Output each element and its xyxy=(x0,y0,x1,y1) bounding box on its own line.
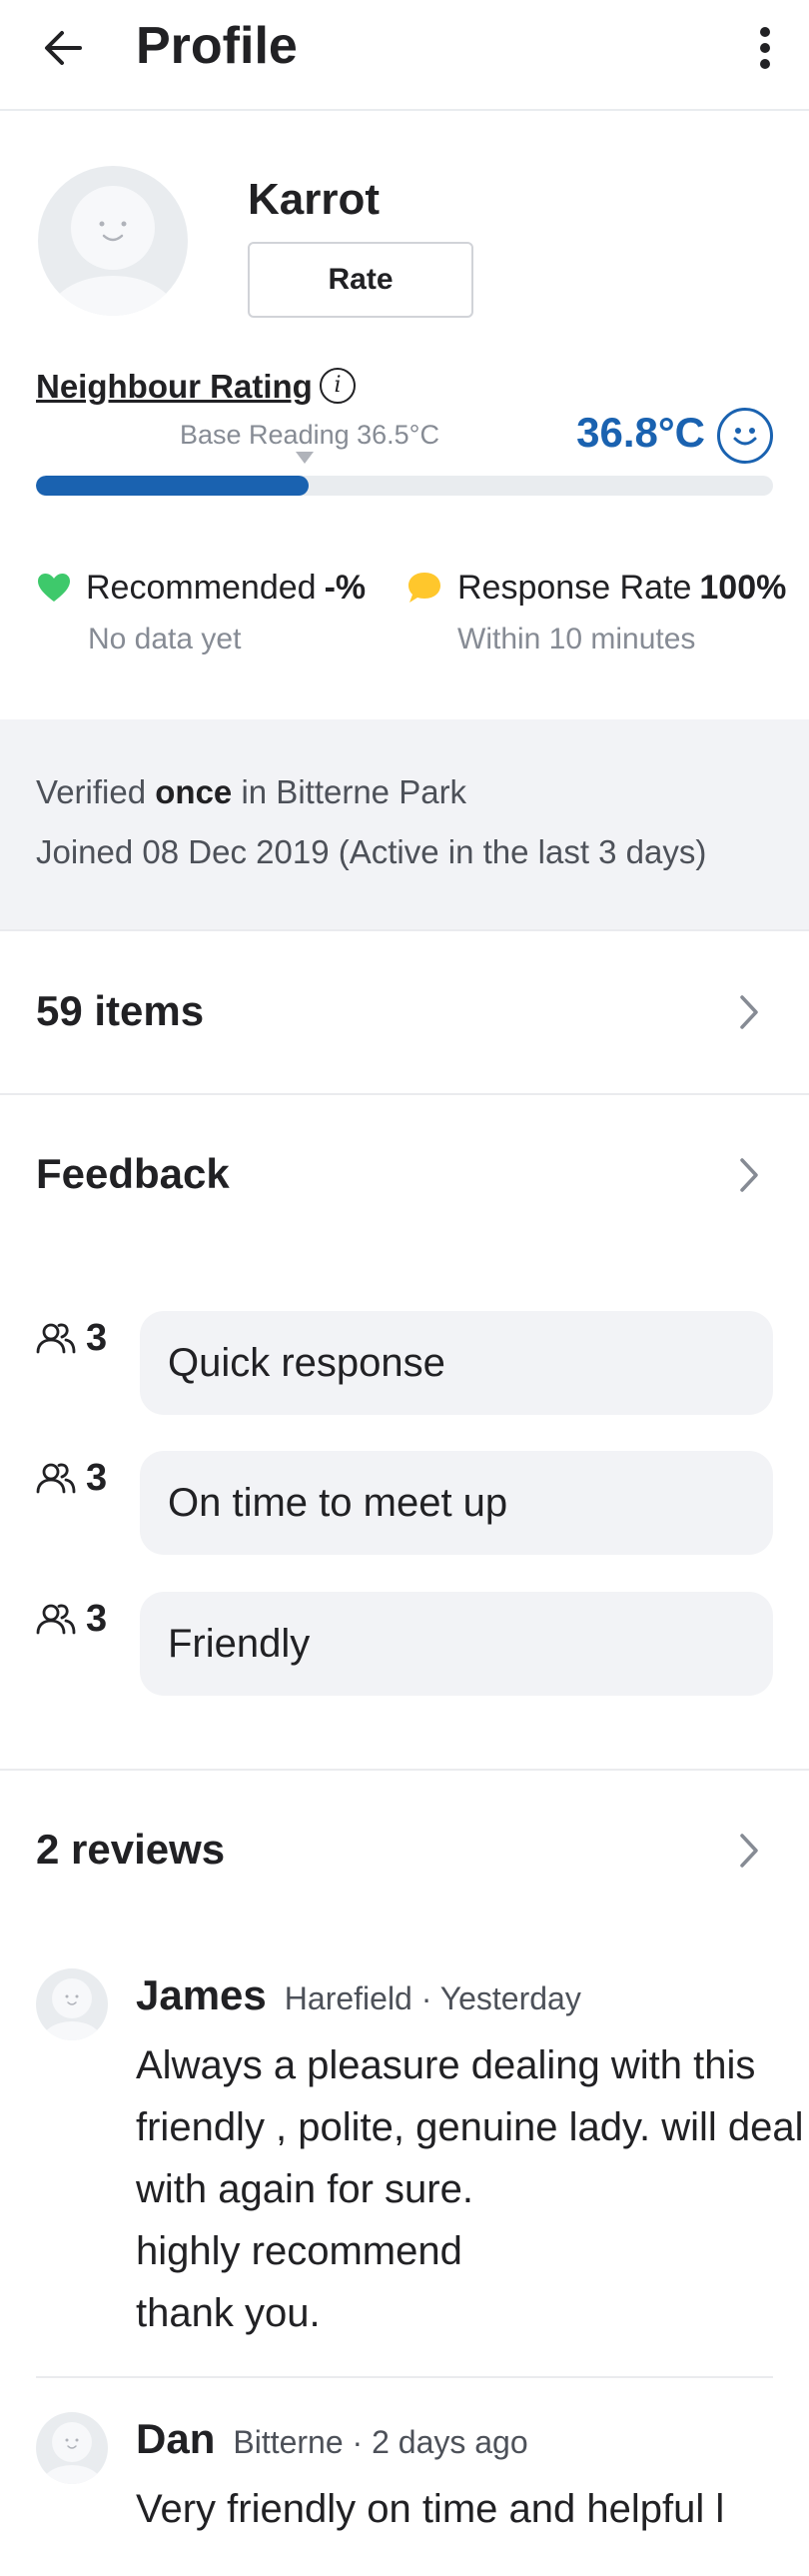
temperature-value: 36.8°C xyxy=(576,409,705,456)
feedback-count-value: 3 xyxy=(86,1316,108,1359)
reviews-title[interactable]: 2 reviews xyxy=(36,1823,225,1877)
divider xyxy=(0,1769,809,1771)
profile-avatar xyxy=(38,166,188,316)
recommended-sub: No data yet xyxy=(88,623,242,655)
profile-name: Karrot xyxy=(248,175,381,224)
review-header: James Harefield · Yesterday xyxy=(136,1968,581,2022)
rate-button[interactable]: Rate xyxy=(248,242,473,318)
items-link[interactable]: 59 items xyxy=(36,984,204,1038)
chevron-right-icon[interactable] xyxy=(737,992,761,1032)
verified-prefix: Verified xyxy=(36,773,147,810)
recommended-stat: Recommended -% No data yet xyxy=(36,566,366,659)
info-icon[interactable]: i xyxy=(320,368,356,404)
review-item[interactable]: James Harefield · Yesterday Always a ple… xyxy=(36,1968,804,2348)
feedback-row: 3 On time to meet up xyxy=(36,1451,773,1555)
default-avatar-icon xyxy=(42,2422,102,2484)
feedback-count-value: 3 xyxy=(86,1456,108,1499)
reviewer-avatar xyxy=(36,1968,108,2040)
divider xyxy=(36,2376,773,2378)
feedback-title[interactable]: Feedback xyxy=(36,1147,230,1201)
chevron-right-icon[interactable] xyxy=(737,1155,761,1195)
reviewer-name: James xyxy=(136,1971,267,2018)
feedback-chip: On time to meet up xyxy=(140,1451,773,1555)
back-button[interactable] xyxy=(28,18,98,78)
people-icon xyxy=(36,1604,76,1635)
review-meta: Harefield · Yesterday xyxy=(284,1980,581,2016)
neighbour-rating-label[interactable]: Neighbour Rating xyxy=(36,366,313,408)
base-reading-text: Base Reading 36.5°C xyxy=(180,420,439,450)
base-reading-marker xyxy=(296,452,314,464)
recommended-label: Recommended xyxy=(86,569,317,607)
review-text: Very friendly on time and helpful l xyxy=(136,2487,725,2531)
top-app-bar: Profile xyxy=(0,0,809,111)
response-rate-sub: Within 10 minutes xyxy=(457,623,696,655)
review-item[interactable]: Dan Bitterne · 2 days ago Very friendly … xyxy=(36,2412,773,2576)
feedback-row: 3 Friendly xyxy=(36,1592,773,1696)
heart-icon xyxy=(38,574,70,602)
response-rate-stat: Response Rate 100% Within 10 minutes xyxy=(405,566,786,659)
more-vertical-icon xyxy=(760,27,770,69)
feedback-count: 3 xyxy=(36,1594,107,1644)
reviewer-name: Dan xyxy=(136,2415,216,2462)
verified-text: Verified once in Bitterne Park xyxy=(36,771,466,813)
feedback-count: 3 xyxy=(36,1453,107,1503)
people-icon xyxy=(36,1323,76,1354)
feedback-chip: Quick response xyxy=(140,1311,773,1415)
arrow-left-icon xyxy=(45,31,82,65)
people-icon xyxy=(36,1463,76,1494)
divider xyxy=(0,929,809,931)
default-avatar-icon xyxy=(49,186,177,316)
page-title: Profile xyxy=(136,17,298,75)
chevron-right-icon[interactable] xyxy=(737,1831,761,1871)
divider xyxy=(0,1093,809,1095)
feedback-row: 3 Quick response xyxy=(36,1311,773,1415)
recommended-value: -% xyxy=(324,569,367,607)
joined-text: Joined 08 Dec 2019 (Active in the last 3… xyxy=(36,833,707,870)
speech-bubble-icon xyxy=(408,573,440,603)
more-options-button[interactable] xyxy=(745,18,785,78)
review-meta: Bitterne · 2 days ago xyxy=(233,2424,528,2460)
verified-count: once xyxy=(155,773,233,810)
temperature-bar-fill xyxy=(36,476,310,496)
feedback-count-value: 3 xyxy=(86,1597,108,1640)
reviewer-avatar xyxy=(36,2412,108,2484)
review-header: Dan Bitterne · 2 days ago xyxy=(136,2412,528,2466)
feedback-count: 3 xyxy=(36,1313,107,1363)
verification-panel: Verified once in Bitterne Park Joined 08… xyxy=(0,719,809,929)
temperature-bar xyxy=(36,476,773,496)
review-text: Always a pleasure dealing with this frie… xyxy=(136,2043,804,2335)
response-rate-label: Response Rate xyxy=(457,569,692,607)
smiley-face-icon xyxy=(717,408,773,464)
response-rate-value: 100% xyxy=(699,569,787,607)
feedback-chip: Friendly xyxy=(140,1592,773,1696)
verified-location: in Bitterne Park xyxy=(241,773,467,810)
default-avatar-icon xyxy=(42,1978,102,2040)
